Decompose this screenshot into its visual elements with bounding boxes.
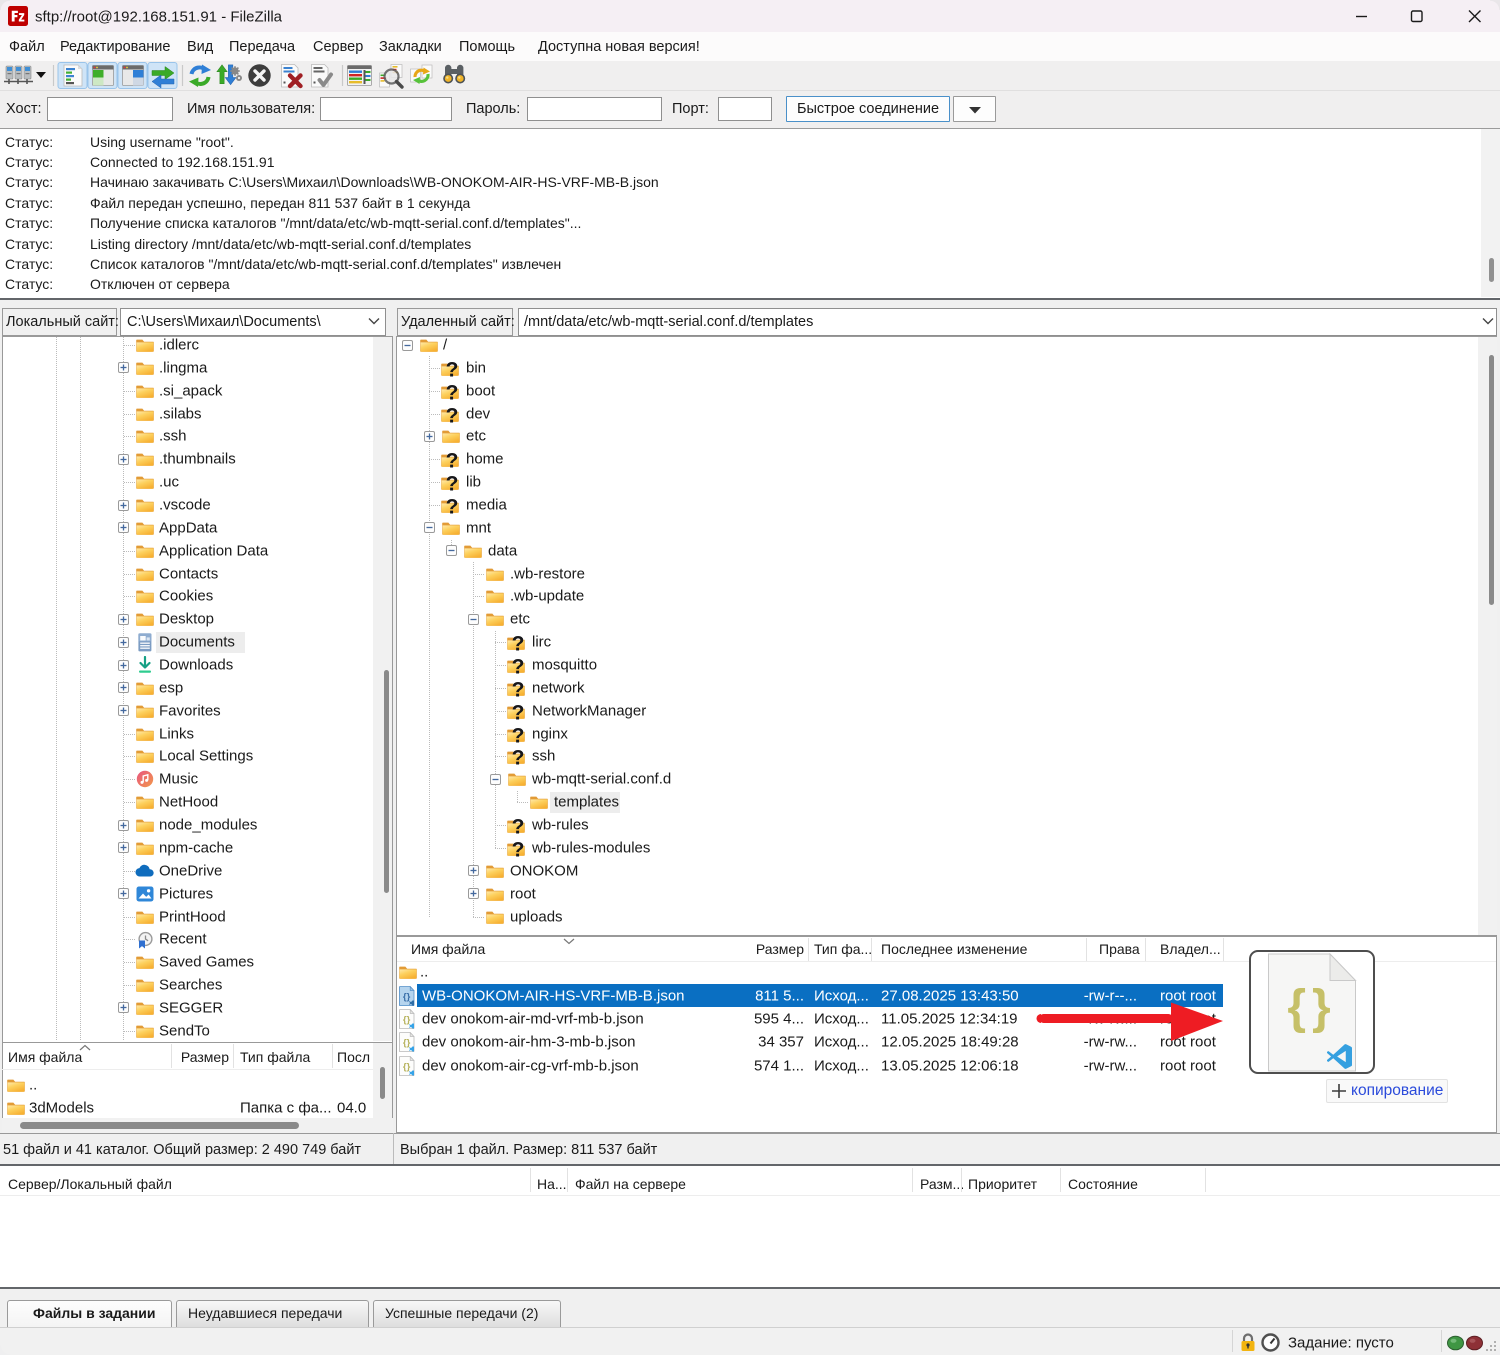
svg-text:{}: {} <box>1287 981 1336 1034</box>
